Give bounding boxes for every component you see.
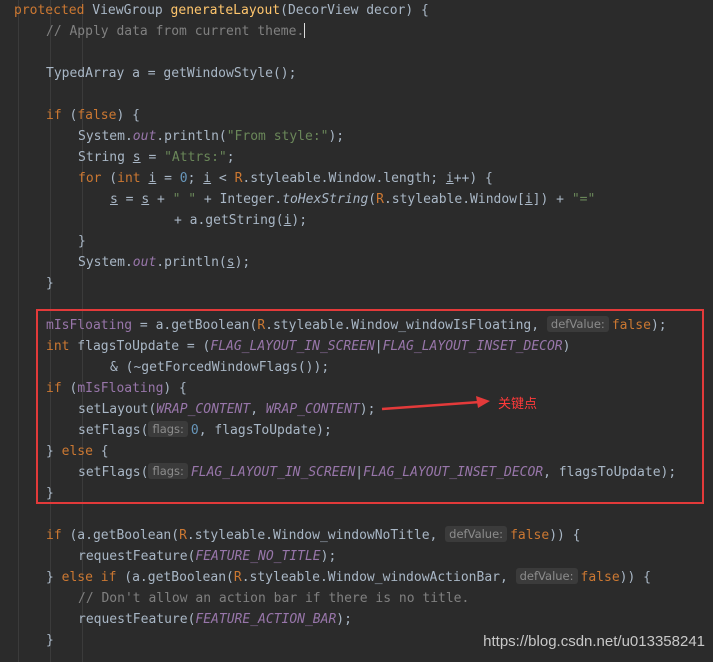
code-token: )) { — [619, 570, 651, 585]
code-token: requestFeature( — [78, 612, 196, 627]
code-line: TypedArray a = getWindowStyle(); — [0, 63, 296, 84]
code-token: requestFeature( — [78, 549, 196, 564]
code-token: } — [78, 234, 86, 249]
code-line: } — [0, 231, 86, 252]
code-token: out — [132, 255, 157, 270]
code-token: TypedArray a = getWindowStyle(); — [46, 66, 297, 81]
code-token: System. — [78, 129, 133, 144]
code-token: .styleable.Window.length; — [242, 171, 446, 186]
code-line: + a.getString(i); — [0, 210, 307, 231]
code-line: } else if (a.getBoolean(R.styleable.Wind… — [0, 567, 651, 588]
code-token: i — [524, 192, 533, 207]
code-token: R — [179, 528, 187, 543]
code-token: (DecorView decor) { — [280, 3, 429, 18]
code-token: " " — [172, 192, 197, 207]
code-token: (a.getBoolean( — [61, 528, 180, 543]
code-token: ; — [226, 150, 235, 165]
code-token: "From style:" — [226, 129, 329, 144]
code-token: i — [203, 171, 212, 186]
code-token: R — [376, 192, 384, 207]
code-line: System.out.println(s); — [0, 252, 250, 273]
code-token: 0 — [179, 171, 188, 186]
code-line: } — [0, 273, 54, 294]
code-line: // Apply data from current theme. — [0, 21, 306, 42]
code-token: for — [78, 171, 102, 186]
code-line: // Don't allow an action bar if there is… — [0, 588, 469, 609]
code-token: System. — [78, 255, 133, 270]
code-token: s — [110, 192, 118, 207]
param-hint: defValue: — [515, 568, 578, 584]
code-token: .println( — [156, 255, 227, 270]
code-line: for (int i = 0; i < R.styleable.Window.l… — [0, 168, 493, 189]
code-token: } — [46, 276, 54, 291]
code-token: int — [117, 171, 141, 186]
code-line: if (a.getBoolean(R.styleable.Window_wind… — [0, 525, 581, 546]
code-token: s — [226, 255, 235, 270]
code-line: requestFeature(FEATURE_NO_TITLE); — [0, 546, 336, 567]
code-token: < — [211, 171, 235, 186]
code-token: String — [78, 150, 133, 165]
code-token: toHexString — [282, 192, 369, 207]
code-token: "Attrs:" — [164, 150, 227, 165]
code-token: if — [46, 528, 62, 543]
code-token: "=" — [571, 192, 596, 207]
code-line: if (false) { — [0, 105, 140, 126]
param-hint: defValue: — [445, 526, 508, 542]
code-token: if — [46, 108, 62, 123]
code-token: out — [132, 129, 157, 144]
code-token: .styleable.Window_windowNoTitle, — [186, 528, 446, 543]
code-token: FEATURE_NO_TITLE — [195, 549, 321, 564]
code-token: = — [140, 150, 165, 165]
code-token: ]) + — [532, 192, 572, 207]
code-token: false — [510, 528, 550, 543]
code-token: + — [149, 192, 173, 207]
code-line: } — [0, 630, 54, 651]
code-token: R — [233, 570, 242, 585]
code-token: ); — [336, 612, 352, 627]
code-token: ( — [101, 171, 118, 186]
code-token: false — [580, 570, 620, 585]
code-token: = — [156, 171, 180, 186]
code-token: = — [117, 192, 142, 207]
code-token: false — [77, 108, 117, 123]
code-token: )) { — [549, 528, 581, 543]
code-token: .styleable.Window_windowActionBar, — [241, 570, 516, 585]
watermark: https://blog.csdn.net/u013358241 — [483, 633, 705, 650]
code-line: System.out.println("From style:"); — [0, 126, 344, 147]
code-token: ( — [61, 108, 78, 123]
code-token: s — [141, 192, 150, 207]
code-token: ) { — [116, 108, 140, 123]
code-line: protected ViewGroup generateLayout(Decor… — [0, 0, 429, 21]
code-token: ( — [368, 192, 377, 207]
code-token: .styleable.Window[ — [383, 192, 525, 207]
code-token: ; — [187, 171, 204, 186]
highlight-box — [36, 309, 704, 504]
code-token: + Integer. — [196, 192, 283, 207]
code-token: .println( — [156, 129, 227, 144]
code-token: (a.getBoolean( — [116, 570, 234, 585]
code-line: requestFeature(FEATURE_ACTION_BAR); — [0, 609, 352, 630]
code-token: ); — [291, 213, 308, 228]
code-token: protected — [14, 3, 85, 18]
code-token: FEATURE_ACTION_BAR — [195, 612, 337, 627]
code-comment: // Don't allow an action bar if there is… — [78, 591, 470, 606]
code-token: } — [46, 633, 54, 648]
arrow-icon — [381, 396, 490, 411]
text-caret — [304, 23, 306, 38]
code-token: ); — [320, 549, 337, 564]
annotation-label: 关键点 — [498, 397, 538, 412]
code-token: ViewGroup — [84, 3, 171, 18]
code-line: String s = "Attrs:"; — [0, 147, 235, 168]
code-token: else if — [61, 570, 117, 585]
code-line: s = s + " " + Integer.toHexString(R.styl… — [0, 189, 595, 210]
code-token: } — [46, 570, 62, 585]
code-token: s — [132, 150, 141, 165]
code-token: + a.getString( — [174, 213, 284, 228]
code-token: generateLayout — [170, 3, 281, 18]
code-token: i — [445, 171, 454, 186]
code-token: ); — [234, 255, 251, 270]
code-comment: // Apply data from current theme. — [46, 24, 305, 39]
code-token: ++) { — [453, 171, 493, 186]
code-token: ); — [328, 129, 345, 144]
